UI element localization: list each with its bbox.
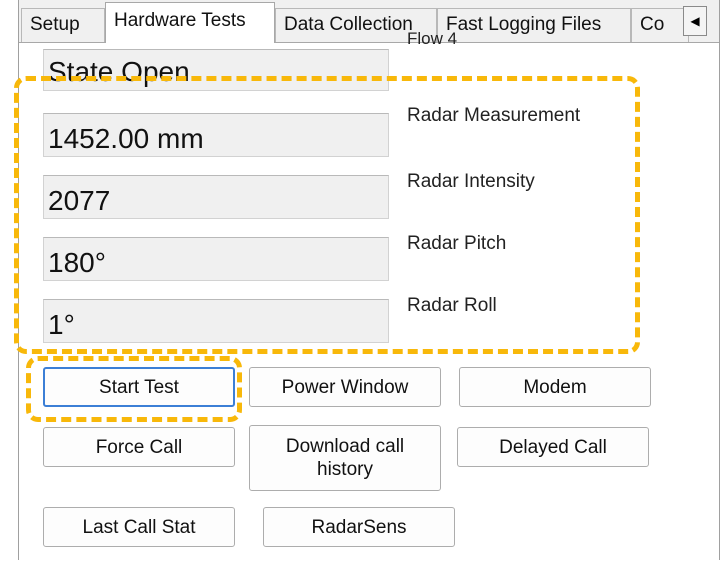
radar-pitch-label: Radar Pitch: [407, 233, 507, 254]
tab-setup[interactable]: Setup: [21, 8, 105, 42]
radar-roll-label: Radar Roll: [407, 295, 497, 316]
start-test-button[interactable]: Start Test: [43, 367, 235, 407]
radar-intensity-value-box: 2077: [43, 175, 389, 219]
delayed-call-button[interactable]: Delayed Call: [457, 427, 649, 467]
tab-hardware-tests[interactable]: Hardware Tests: [105, 2, 275, 43]
radar-pitch-value-box: 180°: [43, 237, 389, 281]
flow-4-label: Flow 4: [407, 29, 458, 48]
hardware-tests-panel: Flow 4 State Open Radar Measurement 1452…: [19, 29, 719, 561]
tab-fast-logging-files[interactable]: Fast Logging Files: [437, 8, 631, 42]
power-window-button[interactable]: Power Window: [249, 367, 441, 407]
force-call-button[interactable]: Force Call: [43, 427, 235, 467]
download-call-history-button[interactable]: Download call history: [249, 425, 441, 491]
radar-measurement-value-box: 1452.00 mm: [43, 113, 389, 157]
radar-measurement-label: Radar Measurement: [407, 105, 581, 126]
tab-scroll-left-button[interactable]: ◀: [683, 6, 707, 36]
left-arrow-icon: ◀: [690, 14, 700, 28]
state-value-box: State Open: [43, 49, 389, 91]
radar-roll-value-box: 1°: [43, 299, 389, 343]
app-window: Setup Hardware Tests Data Collection Fas…: [18, 0, 720, 561]
radarsens-button[interactable]: RadarSens: [263, 507, 455, 547]
modem-button[interactable]: Modem: [459, 367, 651, 407]
tab-co[interactable]: Co: [631, 8, 689, 42]
radar-intensity-label: Radar Intensity: [407, 171, 535, 192]
last-call-stat-button[interactable]: Last Call Stat: [43, 507, 235, 547]
tab-strip: Setup Hardware Tests Data Collection Fas…: [19, 0, 719, 43]
